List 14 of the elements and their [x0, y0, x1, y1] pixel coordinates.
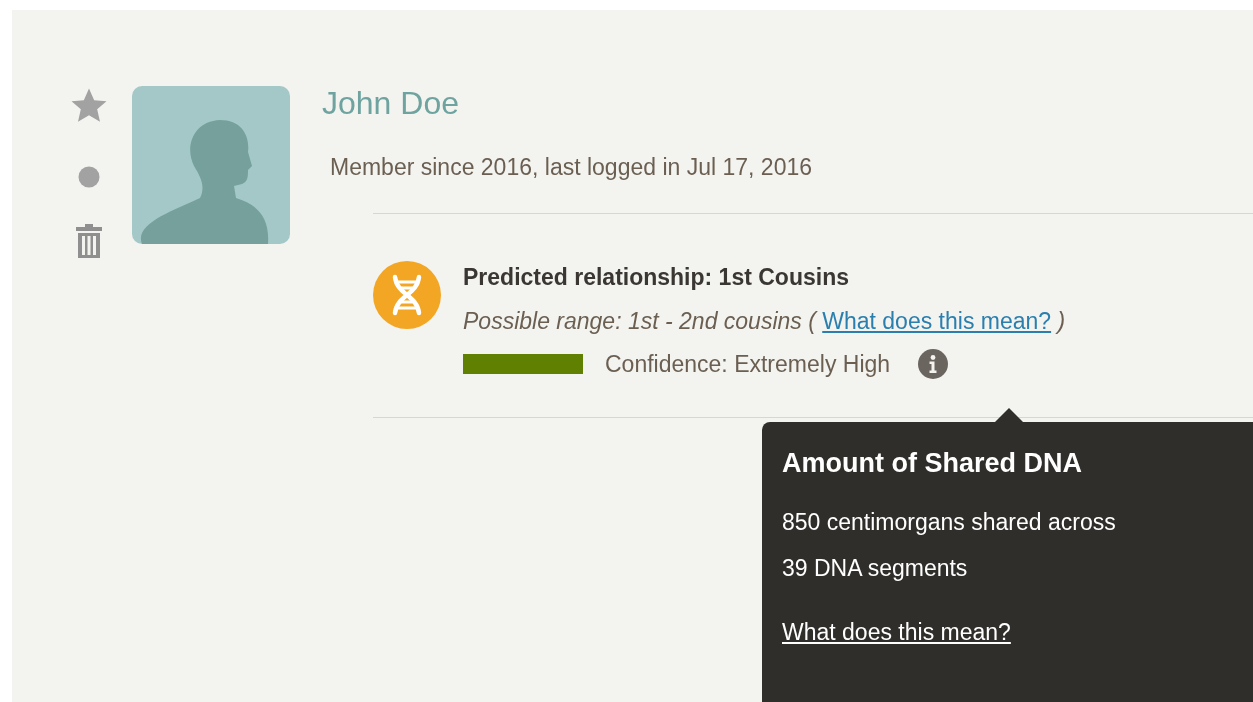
member-name[interactable]: John Doe: [322, 86, 1253, 120]
tooltip-title: Amount of Shared DNA: [782, 448, 1083, 479]
dna-icon: [373, 261, 441, 329]
range-close: ): [1057, 308, 1066, 334]
trash-icon[interactable]: [76, 224, 102, 258]
member-info: Member since 2016, last logged in Jul 17, 2016: [330, 154, 814, 181]
info-icon[interactable]: [918, 349, 949, 379]
relationship-title: Predicted relationship: 1st Cousins: [463, 264, 850, 291]
confidence-text: Confidence: Extremely High: [605, 350, 891, 378]
help-link[interactable]: What does this mean?: [782, 619, 1011, 646]
help-link[interactable]: What does this mean?: [822, 308, 1052, 334]
range-text: Possible range: 1st - 2nd cousins (: [463, 308, 816, 334]
dot-icon[interactable]: [78, 166, 100, 188]
tooltip-text: 850 centimorgans shared across 39 DNA segments: [782, 508, 1117, 583]
